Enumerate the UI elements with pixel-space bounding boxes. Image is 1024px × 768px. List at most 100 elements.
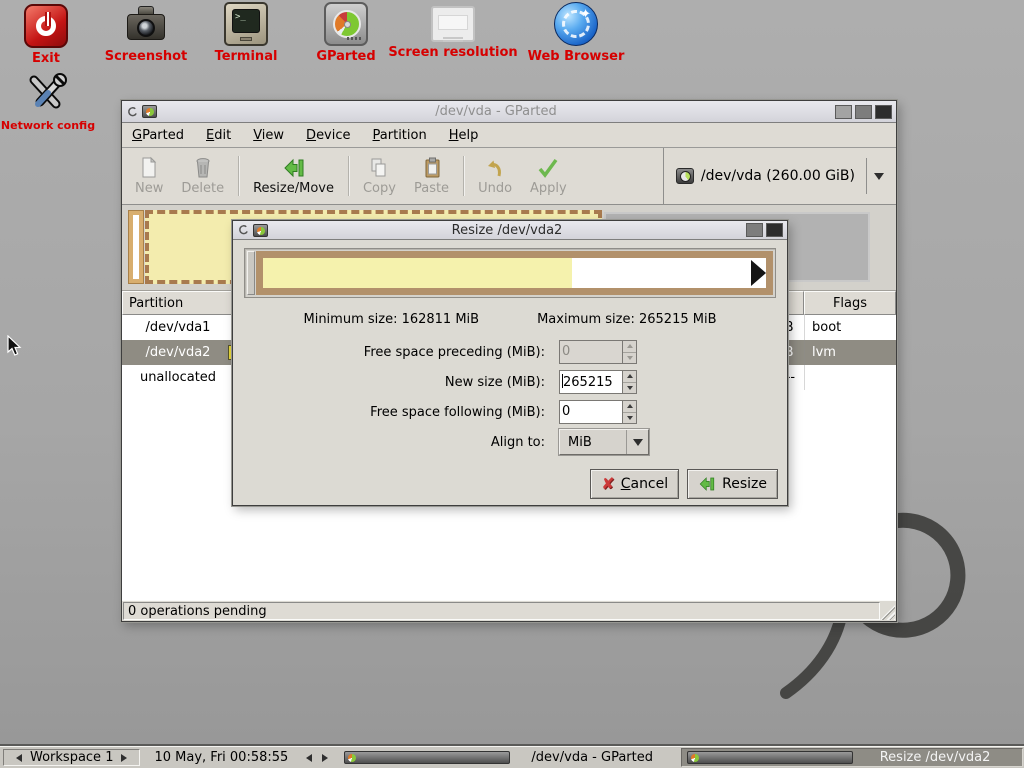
spin-up-icon <box>623 341 636 352</box>
resize-arrow-icon <box>698 475 716 493</box>
new-size-spinner[interactable]: 265215 <box>559 370 637 394</box>
desktop-icon-network-config[interactable]: Network config <box>6 72 90 132</box>
toolbar-separator <box>348 156 349 196</box>
terminal-icon: >_ <box>224 2 268 46</box>
task-button-resize-dialog[interactable]: Resize /dev/vda2 <box>681 748 1023 767</box>
dialog-titlebar[interactable]: Resize /dev/vda2 <box>233 221 787 240</box>
menu-gparted[interactable]: GParted <box>132 128 184 143</box>
spin-down-icon[interactable] <box>623 412 636 424</box>
toolbar-separator <box>238 156 239 196</box>
menu-help[interactable]: Help <box>449 128 479 143</box>
partition-name: unallocated <box>122 370 234 385</box>
close-button[interactable] <box>875 105 892 119</box>
partition-resize-bar[interactable] <box>256 251 773 295</box>
desktop-icon-exit[interactable]: Exit <box>13 4 79 66</box>
desktop-icon-label: Web Browser <box>528 49 625 64</box>
column-header-flags[interactable]: Flags <box>804 291 896 315</box>
gparted-app-icon <box>142 105 157 118</box>
desktop-icon-gparted[interactable]: GParted <box>291 2 401 64</box>
desktop-icon-screen-resolution[interactable]: Screen resolution <box>388 2 518 60</box>
used-space-region <box>263 258 572 288</box>
minimum-size-label: Minimum size: 162811 MiB <box>303 312 479 327</box>
apply-check-icon <box>536 156 560 180</box>
align-to-dropdown[interactable]: MiB <box>559 429 649 455</box>
partition-name: /dev/vda1 <box>122 320 234 335</box>
resize-dialog: Resize /dev/vda2 Minimum size: 162811 Mi… <box>232 220 788 506</box>
task-label: /dev/vda - GParted <box>510 750 674 765</box>
workspace-prev-icon[interactable] <box>12 754 22 762</box>
free-space-preceding-spinner: 0 <box>559 340 637 364</box>
copy-icon <box>368 156 390 180</box>
device-selector-value: /dev/vda (260.00 GiB) <box>701 168 855 184</box>
operations-pending-status: 0 operations pending <box>123 602 880 620</box>
resize-move-icon <box>282 156 306 180</box>
globe-icon: ✦ <box>554 2 598 46</box>
maximum-size-label: Maximum size: 265215 MiB <box>537 312 716 327</box>
free-space-following-spinner[interactable]: 0 <box>559 400 637 424</box>
device-selector[interactable]: /dev/vda (260.00 GiB) <box>663 148 892 204</box>
delete-button[interactable]: Delete <box>172 148 233 204</box>
task-label: Resize /dev/vda2 <box>853 750 1017 765</box>
resize-right-handle-arrow-icon[interactable] <box>751 260 766 286</box>
cycle-next-icon[interactable] <box>322 754 332 762</box>
camera-icon <box>124 2 168 46</box>
resize-left-handle[interactable] <box>247 251 255 295</box>
desktop-icon-label: Screen resolution <box>388 45 517 60</box>
menubar: GParted Edit View Device Partition Help <box>122 123 896 148</box>
spin-up-icon[interactable] <box>623 371 636 382</box>
partition-visual-vda1[interactable] <box>129 211 143 283</box>
resize-form: Free space preceding (MiB): 0 New size (… <box>233 337 787 457</box>
paste-clipboard-icon <box>421 156 443 180</box>
undo-button[interactable]: Undo <box>469 148 521 204</box>
resize-slider-widget <box>244 248 776 298</box>
workspace-next-icon[interactable] <box>121 754 131 762</box>
dialog-buttons: ✘ Cancel Resize <box>233 469 778 499</box>
dialog-title: Resize /dev/vda2 <box>271 223 743 238</box>
disk-device-icon <box>676 168 694 184</box>
taskbar: Workspace 1 10 May, Fri 00:58:55 /dev/vd… <box>0 746 1024 768</box>
menu-view[interactable]: View <box>253 128 284 143</box>
menu-partition[interactable]: Partition <box>373 128 427 143</box>
spin-up-icon[interactable] <box>623 401 636 412</box>
dialog-close-button[interactable] <box>766 223 783 237</box>
maximize-button[interactable] <box>855 105 872 119</box>
dialog-maximize-button[interactable] <box>746 223 763 237</box>
desktop-icon-screenshot[interactable]: Screenshot <box>91 2 201 64</box>
new-size-label: New size (MiB): <box>445 375 545 390</box>
cancel-x-icon: ✘ <box>601 476 614 492</box>
main-window-titlebar[interactable]: /dev/vda - GParted <box>122 101 896 123</box>
free-space-preceding-label: Free space preceding (MiB): <box>364 345 545 360</box>
workspace-pager[interactable]: Workspace 1 <box>3 749 140 766</box>
spin-down-icon <box>623 352 636 364</box>
spin-down-icon[interactable] <box>623 382 636 394</box>
desktop-icon-web-browser[interactable]: ✦ Web Browser <box>521 2 631 64</box>
mouse-cursor <box>6 335 22 357</box>
resize-confirm-button[interactable]: Resize <box>687 469 778 499</box>
cancel-button[interactable]: ✘ Cancel <box>590 469 679 499</box>
minimize-button[interactable] <box>835 105 852 119</box>
menu-device[interactable]: Device <box>306 128 350 143</box>
window-cycle-controls <box>302 747 338 768</box>
flags-cell: boot <box>804 315 896 340</box>
flags-cell: lvm <box>804 340 896 365</box>
menu-edit[interactable]: Edit <box>206 128 231 143</box>
gparted-app-icon <box>344 751 510 764</box>
resize-move-button[interactable]: Resize/Move <box>244 148 343 204</box>
toolbar: New Delete Resize/Move Copy <box>122 148 896 205</box>
column-header-partition[interactable]: Partition <box>122 291 234 315</box>
apply-button[interactable]: Apply <box>521 148 576 204</box>
desktop-icon-label: Terminal <box>215 49 278 64</box>
copy-button[interactable]: Copy <box>354 148 405 204</box>
new-partition-icon <box>138 156 160 180</box>
task-list: /dev/vda - GParted Resize /dev/vda2 <box>338 747 1024 768</box>
new-button[interactable]: New <box>126 148 172 204</box>
desktop-icon-label: GParted <box>316 49 375 64</box>
desktop-icon-label: Network config <box>1 119 95 132</box>
exit-power-icon <box>24 4 68 48</box>
paste-button[interactable]: Paste <box>405 148 458 204</box>
desktop-icon-terminal[interactable]: >_ Terminal <box>191 2 301 64</box>
taskbar-clock: 10 May, Fri 00:58:55 <box>140 747 302 768</box>
cycle-prev-icon[interactable] <box>302 754 312 762</box>
window-resize-grip[interactable] <box>880 605 895 620</box>
task-button-gparted[interactable]: /dev/vda - GParted <box>339 748 679 767</box>
